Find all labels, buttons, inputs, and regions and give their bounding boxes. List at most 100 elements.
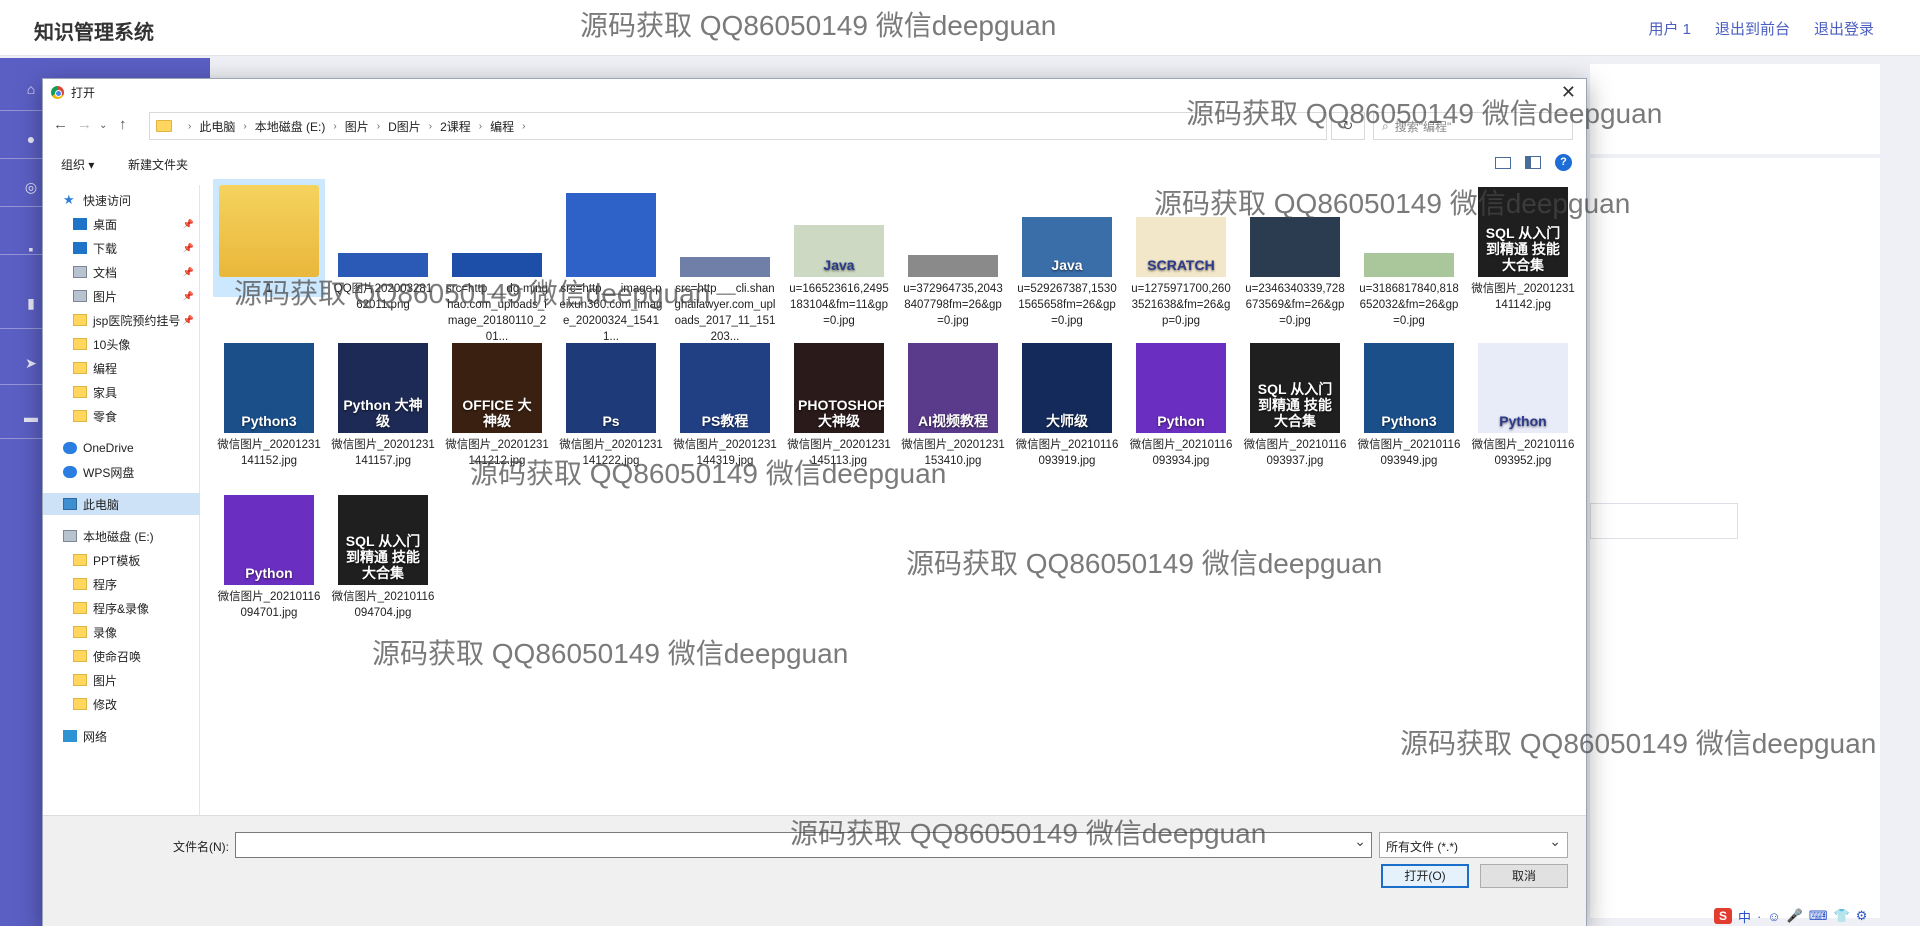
user-icon[interactable]: ● xyxy=(22,130,40,148)
new-folder-button[interactable]: 新建文件夹 xyxy=(128,156,188,173)
nav-item[interactable]: 网络 xyxy=(43,725,200,747)
nav-item-label: 网络 xyxy=(83,729,108,744)
nav-item[interactable]: 零食 xyxy=(43,405,200,427)
nav-item[interactable]: PPT模板 xyxy=(43,549,200,571)
up-arrow-icon[interactable]: ↑ xyxy=(119,116,127,133)
nav-item[interactable]: 修改 xyxy=(43,693,200,715)
file-item[interactable]: SCRATCH u=1275971700,2603521638&fm=26&gp=… xyxy=(1125,179,1237,329)
breadcrumb-item[interactable]: 编程 › xyxy=(490,118,525,135)
sogou-icon[interactable]: S xyxy=(1714,908,1732,924)
ime-voice-icon[interactable]: 🎤 xyxy=(1787,908,1803,924)
nav-item[interactable]: 此电脑 xyxy=(43,493,200,515)
compass-icon[interactable]: ◎ xyxy=(22,178,40,196)
breadcrumb-item[interactable]: 2课程 › xyxy=(440,118,482,135)
close-icon[interactable]: ✕ xyxy=(1561,82,1576,103)
breadcrumb-item[interactable]: 本地磁盘 (E:) › xyxy=(255,118,337,135)
file-item[interactable]: src=http___image.peixun360.com_image_202… xyxy=(555,179,667,345)
preview-pane-icon[interactable] xyxy=(1525,156,1541,169)
file-item[interactable]: Python 微信图片_20210116094701.jpg xyxy=(213,495,325,621)
file-item[interactable]: SQL 从入门到精通 技能大合集 微信图片_20201231141142.jpg xyxy=(1467,179,1579,313)
file-item[interactable]: src=http___dg-minghao.com_uploads_image_… xyxy=(441,179,553,345)
image-thumbnail xyxy=(908,255,998,277)
chart-icon[interactable]: ▮ xyxy=(22,294,40,312)
breadcrumb-item[interactable]: D图片 › xyxy=(388,118,432,135)
settings-icon[interactable]: ▪ xyxy=(22,240,40,258)
file-item[interactable]: u=2346340339,728673569&fm=26&gp=0.jpg xyxy=(1239,179,1351,329)
thumbnail-caption: Python xyxy=(1157,413,1205,429)
nav-item[interactable]: 家具 xyxy=(43,381,200,403)
organize-button[interactable]: 组织 ▾ xyxy=(61,156,94,173)
file-item[interactable]: 大师级 微信图片_20210116093919.jpg xyxy=(1011,343,1123,469)
ime-keyboard-icon[interactable]: ⌨ xyxy=(1809,908,1828,924)
recent-locations-chevron-icon[interactable]: ⌄ xyxy=(99,120,107,131)
file-item[interactable]: SQL 从入门到精通 技能大合集 微信图片_20210116094704.jpg xyxy=(327,495,439,621)
file-item[interactable]: Python3 微信图片_20210116093949.jpg xyxy=(1353,343,1465,469)
breadcrumb-item[interactable]: 图片 › xyxy=(345,118,380,135)
file-item[interactable]: Java u=529267387,15301565658fm=26&gp=0.jp… xyxy=(1011,179,1123,329)
user-link[interactable]: 用户 1 xyxy=(1648,18,1691,39)
file-item[interactable]: src=http___cli.shanghailawyer.com_upload… xyxy=(669,179,781,345)
nav-item[interactable]: 下载 📌 xyxy=(43,237,200,259)
ime-skin-icon[interactable]: 👕 xyxy=(1834,908,1850,924)
folder-item[interactable]: 1 xyxy=(213,179,325,297)
nav-item[interactable]: 桌面 📌 xyxy=(43,213,200,235)
file-item[interactable]: SQL 从入门到精通 技能大合集 微信图片_20210116093937.jpg xyxy=(1239,343,1351,469)
image-thumbnail xyxy=(452,253,542,277)
nav-item[interactable]: ★ 快速访问 xyxy=(43,189,200,211)
breadcrumb-item[interactable]: 此电脑 › xyxy=(199,118,246,135)
file-item[interactable]: Python3 微信图片_20201231141152.jpg xyxy=(213,343,325,469)
nav-item[interactable]: 使命召唤 xyxy=(43,645,200,667)
image-thumbnail: Python xyxy=(224,495,314,585)
filename-input[interactable] xyxy=(235,832,1372,858)
logout-link[interactable]: 退出登录 xyxy=(1814,18,1874,39)
cancel-button[interactable]: 取消 xyxy=(1480,864,1568,888)
background-input[interactable] xyxy=(1590,503,1738,539)
file-name: QQ图片20200328162011.png xyxy=(333,283,433,311)
file-item[interactable]: Python 微信图片_20210116093934.jpg xyxy=(1125,343,1237,469)
nav-item[interactable]: 录像 xyxy=(43,621,200,643)
address-bar[interactable]: › 此电脑 › 本地磁盘 (E:) › 图片 › D图片 › 2课程 › 编程 › xyxy=(149,112,1327,140)
file-item[interactable]: Ps 微信图片_20201231141222.jpg xyxy=(555,343,667,469)
file-item[interactable]: u=3186817840,818652032&fm=26&gp=0.jpg xyxy=(1353,179,1465,329)
file-item[interactable]: OFFICE 大神级 微信图片_20201231141212.jpg xyxy=(441,343,553,469)
nav-item[interactable]: WPS网盘 xyxy=(43,461,200,483)
file-item[interactable]: AI视频教程 微信图片_20201231153410.jpg xyxy=(897,343,1009,469)
nav-item[interactable]: 图片 📌 xyxy=(43,285,200,307)
file-item[interactable]: QQ图片20200328162011.png xyxy=(327,179,439,313)
back-to-front-link[interactable]: 退出到前台 xyxy=(1715,18,1790,39)
file-item[interactable]: PHOTOSHOP 大神级 微信图片_20201231145113.jpg xyxy=(783,343,895,469)
file-item[interactable]: PS教程 微信图片_20201231144319.jpg xyxy=(669,343,781,469)
send-icon[interactable]: ➤ xyxy=(22,354,40,372)
message-icon[interactable]: ▬ xyxy=(22,408,40,426)
home-icon[interactable]: ⌂ xyxy=(22,80,40,98)
change-view-icon[interactable] xyxy=(1495,156,1511,169)
pin-icon: 📌 xyxy=(182,242,194,253)
thumbnail-caption: Python xyxy=(1499,413,1547,429)
nav-item[interactable]: 程序 xyxy=(43,573,200,595)
back-arrow-icon[interactable]: ← xyxy=(53,116,68,133)
nav-item-label: 图片 xyxy=(93,673,118,688)
thumbnail-caption: PS教程 xyxy=(701,413,749,429)
search-input[interactable]: ⌕ 搜索"编程" xyxy=(1373,112,1573,140)
ime-chinese-mode[interactable]: 中 xyxy=(1738,907,1751,926)
ime-punctuation[interactable]: · xyxy=(1757,909,1761,924)
nav-item[interactable]: OneDrive xyxy=(43,437,200,459)
file-item[interactable]: Python 大神级 微信图片_20201231141157.jpg xyxy=(327,343,439,469)
help-icon[interactable]: ? xyxy=(1555,154,1572,171)
nav-item[interactable]: 文档 📌 xyxy=(43,261,200,283)
file-item[interactable]: Java u=166523616,2495183104&fm=11&gp=0.jp… xyxy=(783,179,895,329)
ime-settings-icon[interactable]: ⚙ xyxy=(1856,908,1868,924)
nav-item[interactable]: 程序&录像 xyxy=(43,597,200,619)
nav-item[interactable]: 本地磁盘 (E:) xyxy=(43,525,200,547)
nav-item[interactable]: jsp医院预约挂号 📌 xyxy=(43,309,200,331)
ime-emoji-icon[interactable]: ☺ xyxy=(1767,909,1780,924)
nav-item[interactable]: 10头像 xyxy=(43,333,200,355)
nav-item[interactable]: 编程 xyxy=(43,357,200,379)
filetype-select[interactable]: 所有文件 (*.*) xyxy=(1379,832,1568,858)
refresh-icon[interactable]: ↻ xyxy=(1331,112,1365,140)
open-button[interactable]: 打开(O) xyxy=(1381,864,1469,888)
nav-item[interactable]: 图片 xyxy=(43,669,200,691)
forward-arrow-icon[interactable]: → xyxy=(77,116,92,133)
file-item[interactable]: u=372964735,20438407798fm=26&gp=0.jpg xyxy=(897,179,1009,329)
file-item[interactable]: Python 微信图片_20210116093952.jpg xyxy=(1467,343,1579,469)
